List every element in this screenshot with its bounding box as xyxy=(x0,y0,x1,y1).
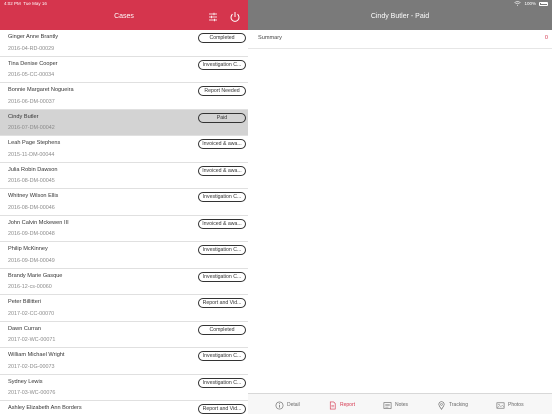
case-row[interactable]: Bonnie Margaret Nogueira 2016-06-DM-0003… xyxy=(0,83,248,110)
case-status-badge[interactable]: Investigation C... xyxy=(198,377,246,388)
case-id: 2017-02-DG-00073 xyxy=(8,363,55,370)
case-row[interactable]: Brandy Marie Gasque 2016-12-cs-00060 Inv… xyxy=(0,268,248,295)
photos-icon xyxy=(496,401,505,409)
case-status-badge[interactable]: Report Needed xyxy=(198,86,246,96)
case-row[interactable]: John Calvin Mckewen III 2016-09-DM-00048… xyxy=(0,215,248,242)
case-status-badge[interactable]: Investigation C... xyxy=(198,59,246,70)
summary-count: 0 xyxy=(544,35,548,41)
case-status-badge[interactable]: Completed xyxy=(198,33,246,43)
case-id: 2016-09-DM-00049 xyxy=(8,257,55,264)
case-status-badge[interactable]: Investigation C... xyxy=(198,271,246,282)
case-id: 2016-12-cs-00060 xyxy=(8,284,52,290)
case-row[interactable]: Ashley Elizabeth Ann Borders Report and … xyxy=(0,401,248,414)
case-row-selected[interactable]: Cindy Butler 2016-07-DM-00042 Paid xyxy=(0,109,248,136)
case-status-badge[interactable]: Invoiced & awa... xyxy=(198,218,246,229)
case-id: 2016-08-DM-00046 xyxy=(8,204,55,211)
case-name: Tina Denise Cooper xyxy=(8,60,58,67)
case-status-badge[interactable]: Invoiced & awa... xyxy=(198,165,246,176)
case-status-badge[interactable]: Paid xyxy=(198,112,246,123)
battery-percent: 100% xyxy=(524,1,536,6)
case-detail-pane: Cindy Butler - Paid Summary 0 Detail Rep… xyxy=(248,0,552,414)
tab-detail[interactable]: Detail xyxy=(275,399,300,411)
case-name: Brandy Marie Gasque xyxy=(8,272,63,279)
case-id: 2016-04-RD-00029 xyxy=(8,45,55,52)
case-name: Philip McKinney xyxy=(8,246,48,252)
case-row[interactable]: Tina Denise Cooper 2016-05-CC-00034 Inve… xyxy=(0,56,248,83)
case-row[interactable]: Whitney Wilson Ellis 2016-08-DM-00046 In… xyxy=(0,189,248,216)
case-status-badge[interactable]: Investigation C... xyxy=(198,245,246,255)
case-name: Dawn Curran xyxy=(8,325,41,332)
case-name: John Calvin Mckewen III xyxy=(8,219,69,226)
case-status-badge[interactable]: Invoiced & awa... xyxy=(198,139,246,149)
cases-pane: Cases Ginger Anne Brantly 2016-04-RD-000… xyxy=(0,0,248,414)
case-id: 2016-06-DM-00037 xyxy=(8,98,55,105)
case-name: Bonnie Margaret Nogueira xyxy=(8,87,74,93)
case-row[interactable]: William Michael Wright 2017-02-DG-00073 … xyxy=(0,348,248,375)
case-id: 2016-07-DM-00042 xyxy=(8,125,55,131)
case-name: Sydney Lewis xyxy=(8,378,43,385)
summary-row[interactable]: Summary 0 xyxy=(248,30,552,49)
location-pin-icon xyxy=(438,400,445,410)
document-icon xyxy=(329,401,336,409)
filter-icon[interactable] xyxy=(208,12,218,22)
tab-photos[interactable]: Photos xyxy=(496,399,524,411)
case-id: 2017-02-WC-00071 xyxy=(8,337,56,343)
case-row[interactable]: Dawn Curran 2017-02-WC-00071 Completed xyxy=(0,321,248,348)
info-icon xyxy=(275,401,284,409)
case-name: Cindy Butler xyxy=(8,113,39,120)
detail-tab-bar: Detail Report Notes Tracking Photos xyxy=(248,393,552,414)
case-detail-title: Cindy Butler - Paid xyxy=(370,13,430,20)
case-status-badge[interactable]: Report and Vid... xyxy=(198,404,246,414)
case-name: Whitney Wilson Ellis xyxy=(8,193,59,199)
tab-label: Photos xyxy=(508,402,524,408)
tab-report[interactable]: Report xyxy=(328,399,355,411)
notes-icon xyxy=(383,401,392,409)
tab-tracking[interactable]: Tracking xyxy=(437,399,468,411)
case-id: 2016-08-DM-00045 xyxy=(8,178,55,184)
tab-label: Tracking xyxy=(449,402,468,408)
case-status-badge[interactable]: Investigation C... xyxy=(198,351,246,361)
case-id: 2017-03-WC-00076 xyxy=(8,390,56,396)
case-status-badge[interactable]: Investigation C... xyxy=(198,192,246,202)
status-time: 4:02 PM xyxy=(4,1,21,6)
case-name: Ashley Elizabeth Ann Borders xyxy=(8,405,82,411)
case-name: Peter Billitteri xyxy=(8,299,41,305)
status-time-date: 4:02 PM Tue May 16 xyxy=(4,1,47,6)
power-icon[interactable] xyxy=(229,11,241,23)
tab-label: Notes xyxy=(395,402,409,408)
case-status-badge[interactable]: Completed xyxy=(198,324,246,335)
case-id: 2016-09-DM-00048 xyxy=(8,231,55,237)
case-row[interactable]: Leah Page Stephens 2015-11-DM-00044 Invo… xyxy=(0,136,248,163)
case-row[interactable]: Peter Billitteri 2017-02-CC-00070 Report… xyxy=(0,295,248,322)
case-row[interactable]: Julia Robin Dawson 2016-08-DM-00045 Invo… xyxy=(0,162,248,189)
case-name: Leah Page Stephens xyxy=(8,140,61,146)
wifi-icon xyxy=(514,1,522,6)
tab-label: Detail xyxy=(287,402,300,408)
case-id: 2015-11-DM-00044 xyxy=(8,151,55,158)
case-name: Julia Robin Dawson xyxy=(8,166,58,173)
case-list[interactable]: Ginger Anne Brantly 2016-04-RD-00029 Com… xyxy=(0,30,248,414)
case-id: 2017-02-CC-00070 xyxy=(8,310,55,317)
case-row[interactable]: Ginger Anne Brantly 2016-04-RD-00029 Com… xyxy=(0,30,248,57)
battery-icon xyxy=(539,1,548,6)
summary-label: Summary xyxy=(258,35,282,41)
status-right: 100% xyxy=(514,1,548,6)
status-date: Tue May 16 xyxy=(23,1,47,6)
case-name: Ginger Anne Brantly xyxy=(8,34,59,40)
case-id: 2016-05-CC-00034 xyxy=(8,72,55,78)
tab-label: Report xyxy=(340,402,356,408)
case-name: William Michael Wright xyxy=(8,352,65,358)
status-bar: 4:02 PM Tue May 16 100% xyxy=(0,0,552,8)
tab-notes[interactable]: Notes xyxy=(383,399,408,411)
case-status-badge[interactable]: Report and Vid... xyxy=(198,298,246,308)
case-row[interactable]: Philip McKinney 2016-09-DM-00049 Investi… xyxy=(0,242,248,269)
case-row[interactable]: Sydney Lewis 2017-03-WC-00076 Investigat… xyxy=(0,374,248,401)
